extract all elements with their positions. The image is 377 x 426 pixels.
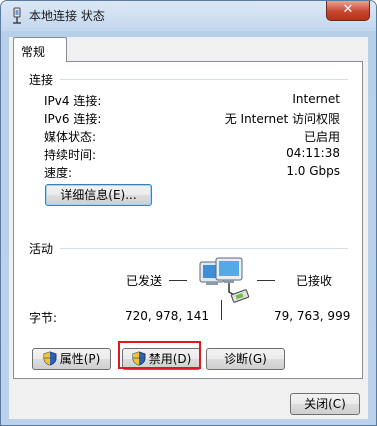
ipv6-value: 无 Internet 访问权限 bbox=[224, 112, 340, 126]
connection-divider bbox=[60, 79, 348, 80]
ipv6-label: IPv6 连接: bbox=[44, 112, 102, 126]
properties-button[interactable]: 属性(P) bbox=[32, 348, 111, 370]
uac-shield-icon bbox=[43, 351, 57, 366]
speed-label: 速度: bbox=[44, 166, 73, 180]
details-button[interactable]: 详细信息(E)... bbox=[45, 184, 152, 206]
ipv4-value: Internet bbox=[292, 92, 340, 106]
ipv4-label: IPv4 连接: bbox=[44, 94, 102, 108]
close-window-button[interactable]: ✕ bbox=[326, 1, 370, 21]
title-bar[interactable]: 本地连接 状态 ✕ bbox=[1, 1, 376, 31]
close-button[interactable]: 关闭(C) bbox=[290, 393, 360, 415]
bytes-sent-value: 720, 978, 141 bbox=[125, 309, 209, 323]
activity-heading: 活动 bbox=[29, 242, 54, 256]
diagnose-button[interactable]: 诊断(G) bbox=[206, 348, 285, 370]
highlight-box bbox=[118, 341, 201, 369]
activity-separator bbox=[221, 300, 222, 320]
duration-label: 持续时间: bbox=[44, 148, 97, 162]
bytes-label: 字节: bbox=[29, 311, 58, 325]
tab-general[interactable]: 常规 bbox=[13, 37, 67, 62]
received-dash bbox=[257, 280, 275, 281]
sent-label: 已发送 bbox=[126, 274, 163, 288]
media-state-label: 媒体状态: bbox=[44, 130, 97, 144]
network-computers-icon bbox=[199, 257, 250, 303]
tab-page-general: 连接 IPv4 连接: Internet IPv6 连接: 无 Internet… bbox=[13, 61, 363, 379]
tab-label: 常规 bbox=[21, 45, 46, 59]
connection-heading: 连接 bbox=[29, 73, 54, 87]
sent-dash bbox=[169, 280, 187, 281]
bytes-received-value: 79, 763, 999 bbox=[274, 309, 351, 323]
properties-label: 属性(P) bbox=[59, 352, 101, 366]
received-label: 已接收 bbox=[296, 274, 333, 288]
media-state-value: 已启用 bbox=[303, 130, 340, 144]
window: 本地连接 状态 ✕ 常规 连接 IPv4 连接: Internet IPv6 连… bbox=[0, 0, 377, 426]
network-adapter-icon bbox=[13, 7, 21, 24]
activity-divider bbox=[60, 248, 348, 249]
window-title: 本地连接 状态 bbox=[29, 9, 105, 23]
speed-value: 1.0 Gbps bbox=[286, 164, 340, 178]
duration-value: 04:11:38 bbox=[286, 146, 340, 160]
